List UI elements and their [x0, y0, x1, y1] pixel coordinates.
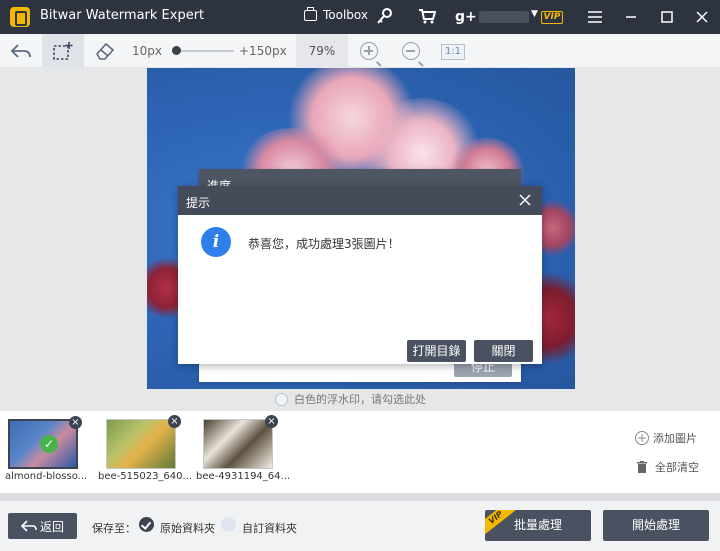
actual-size-button[interactable]: 1:1: [441, 44, 465, 60]
close-window-icon[interactable]: [692, 7, 712, 27]
maximize-icon[interactable]: [657, 7, 677, 27]
custom-folder-label[interactable]: 自訂資料夾: [242, 520, 297, 536]
menu-icon[interactable]: [585, 7, 605, 27]
zoom-out-icon[interactable]: [402, 42, 424, 66]
save-to-label: 保存至：: [92, 522, 136, 535]
eraser-tool-button[interactable]: [84, 34, 126, 68]
clear-all-button[interactable]: 全部清空: [637, 459, 699, 475]
remove-thumbnail-icon[interactable]: ×: [265, 415, 278, 428]
edit-toolbar: 10px +150px 79% 1:1: [0, 34, 720, 68]
title-bar: Bitwar Watermark Expert Toolbox g+ ▼ VIP: [0, 0, 720, 34]
check-icon: ✓: [40, 435, 58, 453]
open-directory-button[interactable]: 打開目錄: [407, 340, 466, 362]
thumbnail-name: bee-4931194_64...: [196, 471, 291, 482]
chevron-down-icon[interactable]: ▼: [531, 9, 538, 19]
start-process-label: 開始處理: [631, 518, 680, 532]
brush-size-max: +150px: [239, 44, 287, 58]
vip-badge[interactable]: VIP: [541, 11, 563, 24]
thumbnail-bee-4931194[interactable]: ×: [203, 415, 278, 469]
undo-button[interactable]: [0, 34, 42, 68]
thumbnail-strip: × ✓ almond-blosso... × bee-515023_640...…: [0, 411, 720, 493]
remove-thumbnail-icon[interactable]: ×: [69, 416, 82, 429]
key-icon[interactable]: [375, 7, 395, 27]
selection-tool-button[interactable]: [42, 34, 84, 68]
thumbnail-almond-blossom[interactable]: × ✓: [8, 416, 82, 469]
close-icon[interactable]: [518, 193, 532, 207]
app-title: Bitwar Watermark Expert: [40, 8, 205, 23]
divider: [0, 493, 720, 501]
add-image-button[interactable]: + 添加圖片: [635, 430, 697, 446]
slider-handle[interactable]: [172, 46, 181, 55]
clear-all-label: 全部清空: [655, 461, 699, 474]
white-watermark-checkbox[interactable]: [275, 392, 288, 406]
brush-size-min: 10px: [132, 44, 162, 58]
toolbox-button[interactable]: Toolbox: [304, 6, 368, 22]
start-process-button[interactable]: 開始處理: [603, 510, 709, 541]
thumbnail-bee-515023[interactable]: ×: [106, 415, 181, 469]
cart-icon[interactable]: [417, 7, 437, 27]
add-circle-icon: +: [635, 431, 649, 445]
dialog-message: 恭喜您，成功處理3張圖片！: [248, 237, 400, 251]
white-watermark-hint: 白色的浮水印，请勾选此处: [294, 393, 426, 406]
undo-icon: [10, 44, 31, 58]
remove-thumbnail-icon[interactable]: ×: [168, 415, 181, 428]
thumbnail-name: almond-blosso...: [5, 471, 88, 482]
back-button[interactable]: 返回: [8, 513, 77, 539]
white-watermark-option[interactable]: 白色的浮水印，请勾选此处: [275, 391, 426, 407]
close-button[interactable]: 關閉: [474, 340, 533, 362]
app-logo-icon: [10, 7, 30, 27]
dialog-title: 提示: [186, 196, 211, 210]
batch-process-label: 批量處理: [513, 518, 562, 532]
batch-process-button[interactable]: VIP 批量處理: [485, 510, 591, 541]
brush-size-slider[interactable]: [172, 46, 234, 55]
thumbnail-name: bee-515023_640...: [98, 471, 193, 482]
trash-icon: [637, 461, 647, 473]
toolbox-label: Toolbox: [323, 8, 368, 22]
custom-folder-radio[interactable]: [221, 517, 236, 532]
add-image-label: 添加圖片: [653, 432, 697, 445]
minimize-icon[interactable]: [621, 7, 641, 27]
selection-rectangle-icon: [53, 42, 73, 60]
eraser-icon: [96, 42, 115, 60]
google-plus-icon[interactable]: g+: [455, 7, 477, 27]
user-account-name[interactable]: [479, 11, 529, 23]
info-icon: i: [201, 227, 231, 257]
bottom-bar: 返回 保存至： 原始資料夾 自訂資料夾 VIP 批量處理 開始處理: [0, 501, 720, 551]
success-dialog: 提示 i 恭喜您，成功處理3張圖片！ 打開目錄 關閉: [178, 186, 542, 364]
zoom-level: 79%: [296, 34, 348, 68]
toolbox-icon: [304, 6, 317, 21]
back-label: 返回: [39, 519, 64, 534]
zoom-in-icon[interactable]: [360, 42, 382, 66]
vip-corner-badge: VIP: [485, 510, 516, 536]
original-folder-label[interactable]: 原始資料夾: [160, 520, 215, 536]
dialog-header: 提示: [178, 186, 542, 215]
back-arrow-icon: [20, 520, 37, 532]
original-folder-radio[interactable]: [139, 517, 154, 532]
